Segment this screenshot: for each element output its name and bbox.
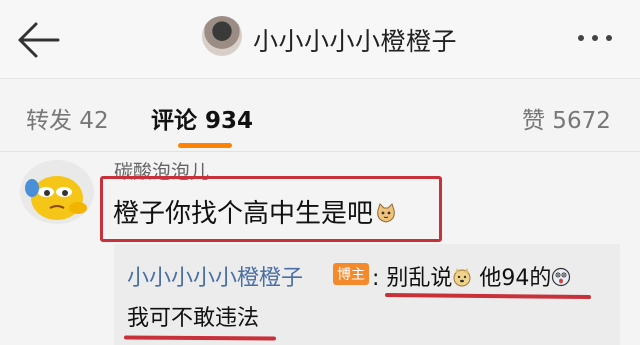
tab-like[interactable]: 赞 5672 (522, 101, 611, 135)
author-badge: 博主 (333, 263, 369, 285)
divider (0, 151, 640, 152)
reply-text-part2: 他94的 (472, 266, 552, 291)
tab-repost[interactable]: 转发 42 (26, 101, 109, 135)
comment-text-content: 橙子你找个高中生是吧 (113, 199, 374, 229)
shocked-emoji-icon (552, 267, 571, 287)
back-arrow-icon[interactable] (14, 20, 62, 60)
emoji-face-icon (25, 176, 87, 220)
tab-bar: 转发 42 评论 934 赞 5672 (0, 78, 640, 150)
active-tab-indicator (178, 143, 232, 148)
reply-author[interactable]: 小小小小小橙橙子 (127, 260, 303, 292)
more-dots-icon[interactable] (578, 35, 612, 41)
tab-comment[interactable]: 评论 934 (151, 101, 253, 135)
top-bar: 小小小小小橙橙子 (0, 0, 640, 78)
reply-text-line2: 我可不敢违法 (127, 306, 260, 331)
doge-emoji-icon (453, 268, 471, 287)
avatar[interactable] (20, 160, 94, 224)
comment-text: 橙子你找个高中生是吧 (113, 193, 397, 230)
cat-emoji-icon (377, 203, 395, 223)
reply-text: : 别乱说 他94的 (372, 260, 571, 292)
avatar[interactable] (202, 16, 242, 56)
page-title: 小小小小小橙橙子 (253, 27, 458, 56)
reply-text-part1: : 别乱说 (372, 266, 453, 291)
